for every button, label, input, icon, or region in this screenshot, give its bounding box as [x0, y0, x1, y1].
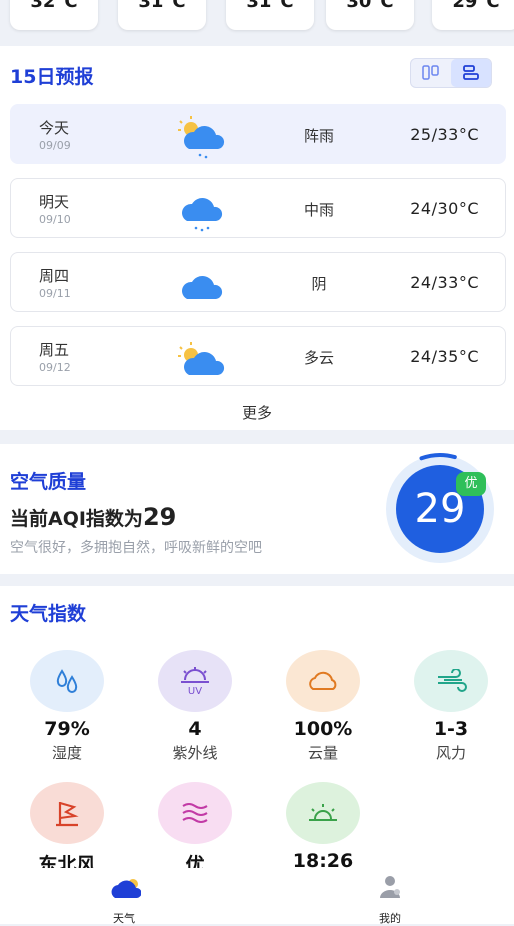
humidity-icon [30, 650, 104, 712]
index-uv[interactable]: UV 4 紫外线 [140, 650, 250, 763]
hourly-temp: 32°C [30, 0, 78, 12]
weather-tab-icon [111, 879, 142, 898]
forecast-row[interactable]: 周四 09/11 阴 24/33°C [10, 252, 506, 312]
hourly-temp: 31°C [246, 0, 294, 12]
index-value: 1-3 [433, 718, 469, 740]
index-cloud-cover[interactable]: 100% 云量 [268, 650, 378, 763]
profile-icon [380, 876, 400, 898]
forecast-row[interactable]: 周五 09/12 多云 24/35°C [10, 326, 506, 386]
day-condition: 阴 [311, 275, 327, 293]
view-toggle[interactable] [410, 58, 492, 88]
index-value: 100% [293, 718, 353, 740]
day-name: 今天 [39, 119, 70, 137]
day-temp: 24/35°C [410, 347, 479, 366]
index-wind-force[interactable]: 1-3 风力 [396, 650, 506, 763]
hourly-chip[interactable]: 30°C [326, 0, 414, 30]
list-view-button[interactable] [451, 59, 491, 87]
forecast-title: 15日预报 [10, 66, 94, 88]
aqi-headline-value: 29 [142, 503, 177, 531]
index-sunset[interactable]: 18:26 [268, 782, 378, 872]
grid-view-button[interactable] [411, 59, 451, 87]
hourly-strip: 32°C 31°C 31°C 30°C 29°C [0, 0, 514, 36]
day-condition: 多云 [303, 349, 334, 367]
forecast-row[interactable]: 今天 09/09 阵雨 25/33°C [10, 104, 506, 164]
hourly-chip[interactable]: 29°C [432, 0, 514, 30]
day-condition: 阵雨 [303, 127, 334, 145]
bottom-nav: 天气 我的 [0, 868, 514, 926]
hourly-temp: 29°C [452, 0, 500, 12]
day-name: 周五 [39, 341, 70, 359]
hourly-temp: 31°C [138, 0, 186, 12]
cloud-cover-icon [286, 650, 360, 712]
nav-mine[interactable]: 我的 [330, 874, 450, 926]
cloud-icon [182, 276, 223, 299]
hourly-temp: 30°C [346, 0, 394, 12]
rows-icon [463, 65, 479, 80]
aqi-level-badge: 优 [456, 472, 486, 496]
day-date: 09/11 [39, 287, 71, 300]
day-temp: 24/33°C [410, 273, 479, 292]
aqi-description: 空气很好，多拥抱自然，呼吸新鲜的空吧 [10, 540, 262, 556]
index-label: 湿度 [51, 744, 82, 762]
day-name: 周四 [39, 267, 70, 285]
index-label: 紫外线 [172, 744, 218, 762]
aqi-title: 空气质量 [10, 471, 87, 493]
aqi-value: 29 [414, 486, 466, 532]
uv-icon: UV [158, 650, 232, 712]
index-label: 风力 [435, 744, 466, 762]
day-date: 09/09 [39, 139, 71, 152]
hourly-chip[interactable]: 31°C [226, 0, 314, 30]
aqi-headline: 当前AQI指数为29 [10, 503, 176, 531]
index-humidity[interactable]: 79% 湿度 [12, 650, 122, 763]
index-wind-direction[interactable]: 东北风 [12, 782, 122, 877]
hourly-chip[interactable]: 32°C [10, 0, 98, 30]
nav-weather[interactable]: 天气 [64, 874, 184, 926]
day-temp: 25/33°C [410, 125, 479, 144]
index-air[interactable]: 优 [140, 782, 250, 877]
cloud-rain-icon [182, 198, 223, 232]
day-condition: 中雨 [303, 201, 334, 219]
cloud-sun-icon [178, 342, 225, 375]
hourly-chip[interactable]: 31°C [118, 0, 206, 30]
svg-text:UV: UV [188, 686, 202, 696]
sunset-icon [286, 782, 360, 844]
day-name: 明天 [39, 193, 70, 211]
index-value: 4 [188, 718, 202, 740]
aqi-headline-prefix: 当前AQI指数为 [10, 508, 143, 530]
day-date: 09/12 [39, 361, 71, 374]
air-icon [158, 782, 232, 844]
cloud-sun-rain-icon [178, 116, 225, 159]
forecast-row[interactable]: 明天 09/10 中雨 24/30°C [10, 178, 506, 238]
more-link[interactable]: 更多 [0, 402, 514, 423]
day-temp: 24/30°C [410, 199, 479, 218]
wind-direction-icon [30, 782, 104, 844]
index-value: 79% [44, 718, 90, 740]
index-title: 天气指数 [10, 603, 87, 625]
columns-icon [422, 65, 439, 80]
day-date: 09/10 [39, 213, 71, 226]
index-label: 云量 [307, 744, 338, 762]
wind-icon [414, 650, 488, 712]
